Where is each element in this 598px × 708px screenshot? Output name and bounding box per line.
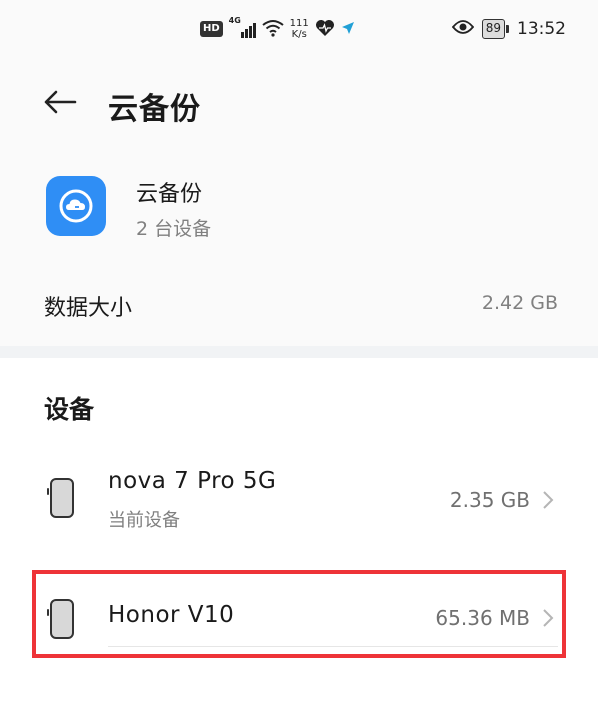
status-bar: HD 4G 111 K/s 89 13:52 xyxy=(0,0,598,56)
phone-icon xyxy=(47,478,74,518)
data-size-value: 2.42 GB xyxy=(481,292,558,314)
back-arrow-icon xyxy=(44,90,77,114)
device-size: 2.35 GB xyxy=(449,488,530,512)
data-size-label: 数据大小 xyxy=(44,296,133,321)
signal-icon: 4G xyxy=(229,16,256,38)
status-icons: HD 4G 111 K/s xyxy=(200,14,355,44)
app-name: 云备份 xyxy=(136,182,203,207)
section-title: 设备 xyxy=(44,395,95,424)
device-row-honor-v10[interactable]: Honor V10 65.36 MB xyxy=(0,578,598,660)
back-button[interactable] xyxy=(40,82,80,122)
section-divider xyxy=(0,346,598,358)
hd-badge: HD xyxy=(200,21,223,37)
status-right: 89 13:52 xyxy=(451,14,566,44)
device-count: 2 台设备 xyxy=(136,218,212,240)
data-size-row[interactable]: 数据大小 2.42 GB xyxy=(0,276,598,336)
devices-section: 设备 nova 7 Pro 5G 当前设备 2.35 GB Honor V10 … xyxy=(0,358,598,708)
device-row-nova-7-pro[interactable]: nova 7 Pro 5G 当前设备 2.35 GB xyxy=(0,450,598,647)
page-title: 云备份 xyxy=(108,92,201,127)
chevron-right-icon xyxy=(543,609,554,627)
header: 云备份 xyxy=(0,56,598,146)
cloud-backup-app-icon xyxy=(46,176,106,236)
wifi-icon xyxy=(262,19,284,40)
phone-icon xyxy=(47,599,74,639)
network-speed: 111 K/s xyxy=(289,18,309,40)
clock: 13:52 xyxy=(517,19,566,39)
chevron-right-icon xyxy=(543,491,554,509)
device-name: nova 7 Pro 5G xyxy=(108,468,277,494)
app-info-card: 云备份 2 台设备 数据大小 2.42 GB xyxy=(0,146,598,346)
eye-icon xyxy=(451,19,474,40)
battery-icon: 89 xyxy=(481,19,509,39)
network-type: 4G xyxy=(228,16,241,25)
current-device-label: 当前设备 xyxy=(108,510,180,531)
device-name: Honor V10 xyxy=(108,602,235,628)
battery-level: 89 xyxy=(481,19,505,39)
health-heart-icon xyxy=(315,19,335,40)
location-arrow-icon xyxy=(341,21,355,38)
device-size: 65.36 MB xyxy=(435,606,530,630)
